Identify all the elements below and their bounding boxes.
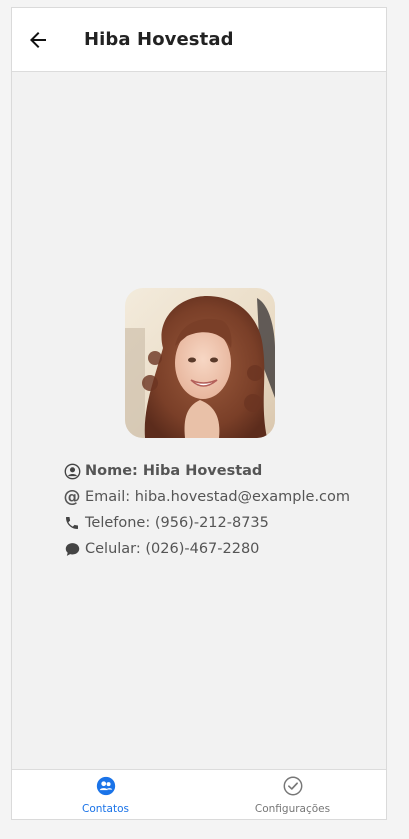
contact-phone-row: Telefone: (956)-212-8735	[63, 510, 350, 536]
tab-configuracoes-label: Configurações	[254, 803, 331, 815]
bottom-tab-bar: Contatos Configurações	[12, 769, 386, 819]
contact-cell: Celular: (026)-467-2280	[85, 541, 260, 557]
check-circle-icon	[283, 776, 302, 796]
contact-phone: Telefone: (956)-212-8735	[85, 515, 269, 531]
contact-name-row: Nome: Hiba Hovestad	[63, 458, 350, 484]
chat-bubble-icon	[63, 540, 81, 558]
contact-avatar	[125, 288, 275, 438]
user-circle-icon	[63, 462, 81, 480]
contact-details: Nome: Hiba Hovestad @ Email: hiba.hovest…	[63, 458, 351, 562]
page-title: Hiba Hovestad	[84, 29, 234, 50]
tab-contatos[interactable]: Contatos	[12, 770, 199, 819]
contact-email-row: @ Email: hiba.hovestad@example.com	[63, 484, 351, 510]
contact-email: Email: hiba.hovestad@example.com	[85, 489, 351, 505]
contacts-icon	[96, 776, 115, 796]
arrow-left-icon	[30, 32, 46, 48]
back-button[interactable]	[26, 28, 50, 52]
tab-configuracoes[interactable]: Configurações	[199, 770, 386, 819]
at-sign-icon: @	[63, 487, 81, 507]
tab-contatos-label: Contatos	[82, 803, 129, 815]
contact-cell-row: Celular: (026)-467-2280	[63, 536, 350, 562]
phone-icon	[63, 514, 81, 532]
top-app-bar: Hiba Hovestad	[12, 8, 386, 72]
contact-name: Nome: Hiba Hovestad	[85, 463, 263, 479]
app-screen: Hiba Hovestad Nome: Hiba Hovestad @ Emai…	[11, 7, 387, 820]
